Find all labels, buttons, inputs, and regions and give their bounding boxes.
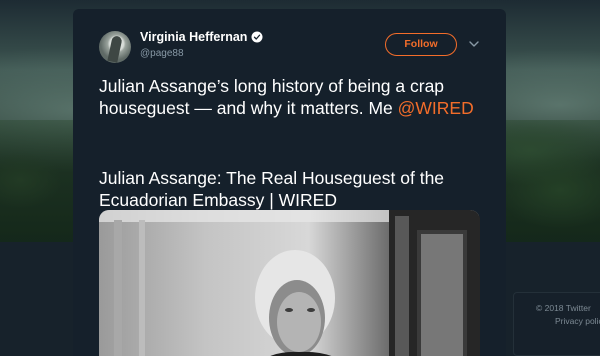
tweet-text-body: Julian Assange’s long history of being a… [99, 76, 445, 118]
link-card-image[interactable] [99, 210, 480, 356]
tweet-embed: Virginia Heffernan @page88 Follow Julian… [73, 9, 506, 356]
author-name-row: Virginia Heffernan [140, 30, 263, 44]
avatar[interactable] [99, 31, 131, 63]
author-handle[interactable]: @page88 [140, 48, 184, 59]
footer-privacy-link[interactable]: Privacy polic [555, 316, 600, 326]
verified-badge-icon [251, 31, 263, 43]
footer-copyright: © 2018 Twitter [536, 303, 591, 313]
author-name[interactable]: Virginia Heffernan [140, 30, 247, 44]
chevron-down-icon[interactable] [469, 40, 479, 48]
link-card-title[interactable]: Julian Assange: The Real Houseguest of t… [99, 167, 499, 211]
tweet-text: Julian Assange’s long history of being a… [99, 75, 499, 119]
card-photo-illustration [99, 210, 480, 356]
follow-button[interactable]: Follow [385, 33, 457, 56]
mention-link[interactable]: @WIRED [398, 98, 474, 118]
